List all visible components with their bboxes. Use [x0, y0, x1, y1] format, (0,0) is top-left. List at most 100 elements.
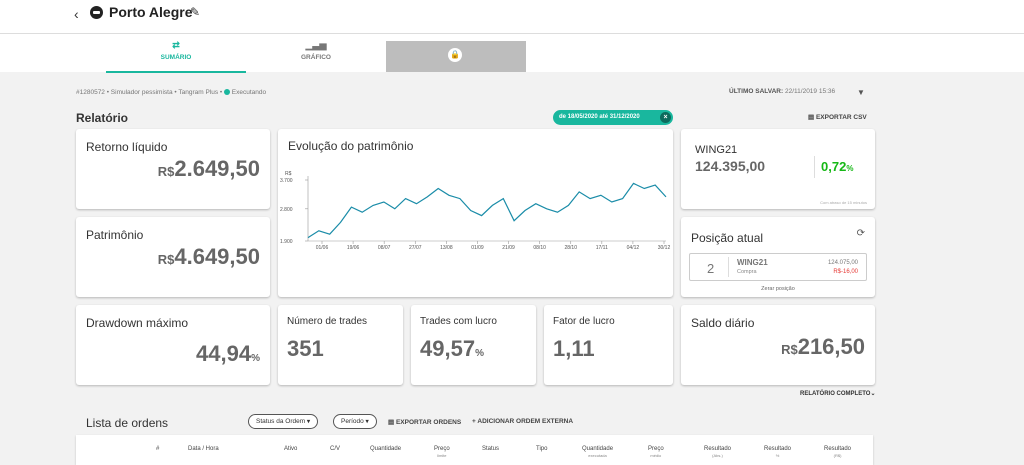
last-saved-value: 22/11/2019 15:36 [784, 88, 836, 95]
asset-price: 124.395,00 [695, 158, 766, 174]
fator-card: Fator de lucro 1,11 [544, 305, 673, 385]
link-label: RELATÓRIO COMPLETO [800, 391, 871, 397]
patrimonio-chart: R$3.700 2.800 1.900 01/06 19/06 08/07 27/07 13/… [280, 171, 671, 251]
x-tick-label: 13/08 [440, 245, 453, 251]
value: 216,50 [797, 334, 865, 359]
column-label: Quantidade [370, 446, 402, 452]
drawdown-card: Drawdown máximo 44,94% [76, 305, 270, 385]
column-header[interactable]: Preço limite [434, 446, 450, 458]
tab-label: GRÁFICO [301, 54, 331, 61]
file-icon: ▤ [388, 419, 395, 426]
edit-icon[interactable]: ✎ [190, 5, 200, 19]
column-header[interactable]: Resultado (R$) [824, 446, 851, 458]
column-sublabel: (R$) [833, 453, 842, 458]
status-dot-icon [223, 89, 230, 96]
column-label: Quantidade [582, 446, 614, 452]
column-header[interactable]: Preço médio [648, 446, 664, 458]
last-saved: ÚLTIMO SALVAR: 22/11/2019 15:36 [729, 88, 835, 95]
column-label: Resultado [764, 446, 792, 452]
column-label: Resultado [824, 446, 852, 452]
column-header[interactable]: Ativo [284, 446, 297, 453]
y-tick-label: 1.900 [280, 239, 293, 245]
zerar-posicao-link[interactable]: Zerar posição [681, 286, 875, 292]
date-range-pill[interactable]: de 18/05/2020 até 31/12/2020 × [553, 110, 673, 125]
x-tick-label: 28/10 [564, 245, 577, 251]
status-filter-dropdown[interactable]: Status da Ordem ▾ [248, 414, 318, 429]
top-bar: ‹ Porto Alegre ✎ [0, 0, 1024, 33]
currency: R$ [157, 252, 175, 267]
wing-card: WING21 124.395,00 0,72% Com atraso de 15… [681, 129, 875, 209]
export-csv-label: EXPORTAR CSV [815, 114, 867, 121]
saldo-value: R$216,50 [781, 334, 865, 360]
position-side: Compra [737, 269, 757, 275]
tab-grafico[interactable]: ▁▃▅ GRÁFICO [246, 40, 386, 73]
column-header[interactable]: Data / Hora [188, 446, 219, 453]
chevron-left-icon[interactable]: ‹ [74, 6, 79, 22]
add-order-label: ADICIONAR ORDEM EXTERNA [477, 418, 574, 425]
relatorio-title: Relatório [76, 111, 129, 125]
card-label: Posição atual [691, 231, 764, 245]
column-header[interactable]: # [156, 446, 159, 453]
card-label: Número de trades [287, 316, 368, 327]
column-label: Resultado [704, 446, 732, 452]
x-tick-label: 17/11 [596, 245, 608, 251]
orders-table: # Data / Hora Ativo C/V Quantidade Preço… [76, 435, 873, 465]
x-tick-label: 01/06 [316, 245, 329, 251]
unit: % [475, 348, 484, 359]
card-label: Drawdown máximo [86, 316, 189, 330]
column-sublabel: (Abs.) [712, 453, 723, 458]
column-header[interactable]: Resultado% [764, 446, 791, 458]
column-sublabel: executada [588, 453, 607, 458]
divider [728, 257, 729, 277]
filter-label: Status da Ordem [256, 418, 306, 425]
caret-down-icon: ▾ [365, 419, 369, 425]
caret-down-icon[interactable]: ▼ [857, 88, 865, 97]
currency: R$ [157, 164, 175, 179]
card-label: Trades com lucro [420, 316, 497, 327]
relatorio-completo-link[interactable]: RELATÓRIO COMPLETO⌄ [800, 390, 875, 397]
position-row: 2 WING21 Compra 124.075,00 R$-16,00 [689, 253, 867, 281]
refresh-icon[interactable]: ⟳ [857, 228, 865, 239]
tabs-bar: ⇄ SUMÁRIO ▁▃▅ GRÁFICO 🔒 [0, 33, 1024, 73]
period-filter-dropdown[interactable]: Período ▾ [333, 414, 377, 429]
close-icon[interactable]: × [660, 112, 671, 123]
last-saved-label: ÚLTIMO SALVAR: [729, 88, 784, 95]
column-header[interactable]: Status [482, 446, 499, 453]
lock-icon: 🔒 [448, 48, 462, 62]
column-label: Data / Hora [188, 446, 219, 452]
value: 2.649,50 [174, 156, 260, 181]
column-header[interactable]: C/V [330, 446, 340, 453]
x-tick-label: 04/12 [627, 245, 640, 251]
breadcrumb: #1280572 • Simulador pessimista • Tangra… [76, 89, 266, 96]
date-range-text: de 18/05/2020 até 31/12/2020 [559, 114, 640, 120]
export-orders-button[interactable]: ▤ EXPORTAR ORDENS [388, 418, 461, 426]
posicao-card: Posição atual ⟳ 2 WING21 Compra 124.075,… [681, 217, 875, 297]
file-icon: ▤ [808, 114, 815, 121]
column-sublabel: médio [650, 453, 662, 458]
retorno-value: R$2.649,50 [158, 156, 260, 182]
chart-icon: ▁▃▅ [305, 40, 327, 50]
column-header[interactable]: Quantidade executada [582, 446, 613, 458]
evolucao-card: Evolução do patrimônio R$ 3.700 2.800 1.900… [278, 129, 673, 297]
column-header[interactable]: Resultado (Abs.) [704, 446, 731, 458]
export-csv-button[interactable]: ▤ EXPORTAR CSV [808, 113, 867, 121]
position-pl: R$-16,00 [833, 269, 858, 275]
tab-label: SUMÁRIO [160, 54, 192, 61]
x-tick-label: 27/07 [409, 245, 422, 251]
tab-sumario[interactable]: ⇄ SUMÁRIO [106, 40, 246, 73]
add-order-button[interactable]: + ADICIONAR ORDEM EXTERNA [472, 418, 573, 425]
column-header[interactable]: Tipo [536, 446, 547, 453]
saldo-card: Saldo diário R$216,50 [681, 305, 875, 385]
plus-icon: + [472, 418, 476, 425]
lucro-value: 49,57% [420, 336, 484, 362]
x-tick-label: 21/09 [502, 245, 515, 251]
column-header[interactable]: Quantidade [370, 446, 401, 453]
swap-icon: ⇄ [172, 40, 180, 50]
column-label: C/V [330, 446, 341, 452]
asset-name: WING21 [695, 144, 738, 156]
value: 49,57 [420, 336, 476, 361]
value: 44,94 [196, 341, 252, 366]
x-tick-label: 30/12 [658, 245, 671, 251]
column-sublabel: limite [437, 453, 447, 458]
lucro-card: Trades com lucro 49,57% [411, 305, 536, 385]
